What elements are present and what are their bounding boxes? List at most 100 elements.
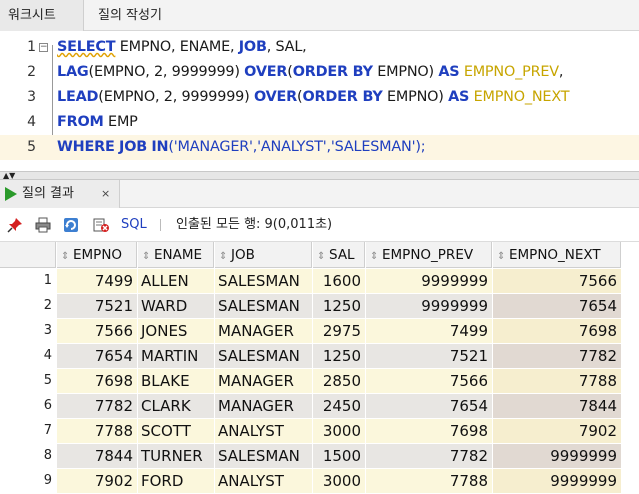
sort-icon[interactable]: ⇕	[61, 244, 70, 267]
column-header-empno[interactable]: ⇕ EMPNO	[57, 242, 137, 268]
cell-prev[interactable]: 7782	[366, 444, 492, 469]
cell-sal[interactable]: 1500	[313, 444, 365, 469]
column-header-empno-prev[interactable]: ⇕ EMPNO_PREV	[366, 242, 492, 268]
cell-next[interactable]: 7902	[493, 419, 621, 444]
code-text[interactable]: FROM EMP	[57, 110, 138, 135]
sort-icon[interactable]: ⇕	[219, 244, 228, 267]
sort-icon[interactable]: ⇕	[370, 244, 379, 267]
cell-sal[interactable]: 2975	[313, 319, 365, 344]
cell-empno[interactable]: 7499	[57, 269, 137, 294]
code-text[interactable]: SELECT EMPNO, ENAME, JOB, SAL,	[57, 35, 307, 60]
splitter-arrows-icon[interactable]: ▲▼	[3, 171, 15, 180]
column-header-sal[interactable]: ⇕ SAL	[313, 242, 365, 268]
row-number[interactable]: 2	[0, 294, 56, 319]
tab-query-builder[interactable]: 질의 작성기	[90, 0, 170, 31]
table-row[interactable]: 2 7521 WARD SALESMAN 1250 9999999 7654	[0, 294, 639, 319]
row-number[interactable]: 6	[0, 394, 56, 419]
row-number[interactable]: 9	[0, 469, 56, 494]
tab-worksheet[interactable]: 워크시트	[0, 0, 84, 31]
cell-ename[interactable]: JONES	[138, 319, 214, 344]
tab-query-result[interactable]: 질의 결과 ×	[0, 180, 120, 208]
cell-job[interactable]: MANAGER	[215, 319, 312, 344]
cell-prev[interactable]: 7698	[366, 419, 492, 444]
code-text[interactable]: LAG(EMPNO, 2, 9999999) OVER(ORDER BY EMP…	[57, 60, 564, 85]
cell-sal[interactable]: 1600	[313, 269, 365, 294]
sort-icon[interactable]: ⇕	[142, 244, 151, 267]
table-row[interactable]: 4 7654 MARTIN SALESMAN 1250 7521 7782	[0, 344, 639, 369]
row-number[interactable]: 1	[0, 269, 56, 294]
cell-job[interactable]: SALESMAN	[215, 294, 312, 319]
row-number[interactable]: 4	[0, 344, 56, 369]
cell-sal[interactable]: 3000	[313, 419, 365, 444]
sort-icon[interactable]: ⇕	[317, 244, 326, 267]
print-icon[interactable]	[35, 217, 51, 233]
cell-ename[interactable]: TURNER	[138, 444, 214, 469]
table-row[interactable]: 6 7782 CLARK MANAGER 2450 7654 7844	[0, 394, 639, 419]
cell-next[interactable]: 7698	[493, 319, 621, 344]
result-grid[interactable]: ⇕ EMPNO ⇕ ENAME ⇕ JOB ⇕ SAL ⇕ EMPNO_PREV ⇕ EMP…	[0, 242, 639, 494]
cell-next[interactable]: 9999999	[493, 469, 621, 494]
column-header-empno-next[interactable]: ⇕ EMPNO_NEXT	[493, 242, 621, 268]
sql-link[interactable]: SQL	[121, 208, 147, 242]
row-number[interactable]: 8	[0, 444, 56, 469]
cell-empno[interactable]: 7521	[57, 294, 137, 319]
cell-next[interactable]: 7782	[493, 344, 621, 369]
cell-empno[interactable]: 7782	[57, 394, 137, 419]
cell-empno[interactable]: 7654	[57, 344, 137, 369]
cell-prev[interactable]: 7499	[366, 319, 492, 344]
cell-prev[interactable]: 9999999	[366, 269, 492, 294]
cell-empno[interactable]: 7844	[57, 444, 137, 469]
cell-job[interactable]: SALESMAN	[215, 344, 312, 369]
cell-ename[interactable]: ALLEN	[138, 269, 214, 294]
cell-sal[interactable]: 1250	[313, 344, 365, 369]
editor-results-splitter[interactable]: ▲▼	[0, 171, 639, 180]
cell-job[interactable]: ANALYST	[215, 469, 312, 494]
table-row[interactable]: 7 7788 SCOTT ANALYST 3000 7698 7902	[0, 419, 639, 444]
cell-next[interactable]: 7844	[493, 394, 621, 419]
code-line-4[interactable]: 4 FROM EMP	[0, 110, 639, 135]
export-icon[interactable]	[93, 217, 109, 233]
pin-icon[interactable]	[7, 217, 23, 233]
cell-ename[interactable]: BLAKE	[138, 369, 214, 394]
cell-ename[interactable]: FORD	[138, 469, 214, 494]
row-number[interactable]: 7	[0, 419, 56, 444]
sort-icon[interactable]: ⇕	[497, 244, 506, 267]
row-number[interactable]: 3	[0, 319, 56, 344]
cell-sal[interactable]: 2850	[313, 369, 365, 394]
row-number[interactable]: 5	[0, 369, 56, 394]
cell-next[interactable]: 7654	[493, 294, 621, 319]
cell-sal[interactable]: 2450	[313, 394, 365, 419]
code-text[interactable]: WHERE JOB IN('MANAGER','ANALYST','SALESM…	[57, 135, 426, 160]
cell-ename[interactable]: WARD	[138, 294, 214, 319]
cell-next[interactable]: 9999999	[493, 444, 621, 469]
sql-editor[interactable]: 1 − SELECT EMPNO, ENAME, JOB, SAL, 2 LAG…	[0, 32, 639, 171]
cell-job[interactable]: SALESMAN	[215, 444, 312, 469]
code-text[interactable]: LEAD(EMPNO, 2, 9999999) OVER(ORDER BY EM…	[57, 85, 570, 110]
cell-job[interactable]: MANAGER	[215, 369, 312, 394]
cell-empno[interactable]: 7698	[57, 369, 137, 394]
cell-prev[interactable]: 7521	[366, 344, 492, 369]
refresh-icon[interactable]	[63, 217, 79, 233]
cell-sal[interactable]: 1250	[313, 294, 365, 319]
code-line-1[interactable]: 1 − SELECT EMPNO, ENAME, JOB, SAL,	[0, 35, 639, 60]
cell-sal[interactable]: 3000	[313, 469, 365, 494]
cell-job[interactable]: ANALYST	[215, 419, 312, 444]
code-line-2[interactable]: 2 LAG(EMPNO, 2, 9999999) OVER(ORDER BY E…	[0, 60, 639, 85]
table-row[interactable]: 3 7566 JONES MANAGER 2975 7499 7698	[0, 319, 639, 344]
cell-prev[interactable]: 7788	[366, 469, 492, 494]
collapse-icon[interactable]: −	[39, 43, 48, 52]
cell-prev[interactable]: 7654	[366, 394, 492, 419]
table-row[interactable]: 8 7844 TURNER SALESMAN 1500 7782 9999999	[0, 444, 639, 469]
code-line-3[interactable]: 3 LEAD(EMPNO, 2, 9999999) OVER(ORDER BY …	[0, 85, 639, 110]
cell-job[interactable]: MANAGER	[215, 394, 312, 419]
table-row[interactable]: 1 7499 ALLEN SALESMAN 1600 9999999 7566	[0, 269, 639, 294]
table-row[interactable]: 5 7698 BLAKE MANAGER 2850 7566 7788	[0, 369, 639, 394]
cell-prev[interactable]: 7566	[366, 369, 492, 394]
cell-ename[interactable]: SCOTT	[138, 419, 214, 444]
cell-empno[interactable]: 7566	[57, 319, 137, 344]
close-tab-icon[interactable]: ×	[101, 180, 110, 208]
column-header-job[interactable]: ⇕ JOB	[215, 242, 312, 268]
table-row[interactable]: 9 7902 FORD ANALYST 3000 7788 9999999	[0, 469, 639, 494]
cell-empno[interactable]: 7902	[57, 469, 137, 494]
code-line-5-current[interactable]: 5 WHERE JOB IN('MANAGER','ANALYST','SALE…	[0, 135, 639, 160]
